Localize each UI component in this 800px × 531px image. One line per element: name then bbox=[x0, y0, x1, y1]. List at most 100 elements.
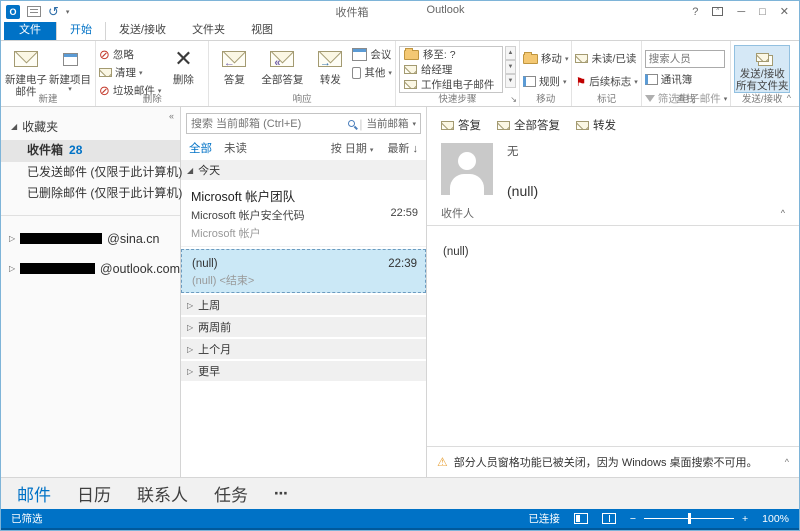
message-from: 无 bbox=[507, 143, 785, 159]
tab-folder[interactable]: 文件夹 bbox=[179, 19, 238, 40]
quick-step-to-manager[interactable]: 给经理 bbox=[400, 62, 502, 77]
tab-file[interactable]: 文件 bbox=[4, 19, 56, 40]
group-header-two-weeks[interactable]: ▷ 两周前 bbox=[181, 317, 426, 337]
search-people-input[interactable] bbox=[645, 50, 725, 68]
account-sina[interactable]: ▷ @sina.cn bbox=[1, 224, 180, 254]
zoom-level[interactable]: 100% bbox=[762, 513, 789, 525]
search-icon[interactable] bbox=[348, 120, 355, 127]
normal-view-icon[interactable] bbox=[574, 513, 588, 524]
meeting-button[interactable]: 会议 bbox=[352, 47, 392, 62]
ignore-label: 忽略 bbox=[113, 47, 134, 62]
expand-triangle-icon[interactable]: ▷ bbox=[9, 234, 15, 243]
zoom-slider[interactable] bbox=[644, 518, 734, 519]
collapse-people-pane-icon[interactable]: ^ bbox=[785, 457, 789, 467]
nav-tasks[interactable]: 任务 bbox=[214, 481, 248, 506]
rules-button[interactable]: 规则 ▾ bbox=[523, 74, 569, 89]
collapse-header-icon[interactable]: ^ bbox=[781, 208, 785, 218]
nav-calendar[interactable]: 日历 bbox=[77, 481, 111, 506]
reply-action[interactable]: 答复 bbox=[441, 117, 481, 133]
chevron-down-icon: ▾ bbox=[388, 69, 392, 77]
connection-status: 已连接 bbox=[528, 511, 560, 526]
search-scope-dropdown[interactable]: 当前邮箱 ▾ bbox=[366, 116, 416, 131]
nav-more-button[interactable]: ⋯ bbox=[274, 485, 290, 502]
close-button[interactable]: ✕ bbox=[780, 5, 789, 18]
unread-read-button[interactable]: 未读/已读 bbox=[575, 51, 637, 66]
cleanup-button[interactable]: 清理 ▾ bbox=[99, 65, 161, 80]
filter-unread-tab[interactable]: 未读 bbox=[224, 140, 247, 156]
send-receive-all-label: 发送/接收所有文件夹 bbox=[735, 68, 789, 92]
zoom-slider-thumb[interactable] bbox=[688, 513, 691, 524]
group-header-last-week[interactable]: ▷ 上周 bbox=[181, 295, 426, 315]
sidebar-item-deleted[interactable]: 已删除邮件 (仅限于此计算机) bbox=[1, 183, 180, 205]
sort-by-label: 按 日期 bbox=[331, 143, 367, 155]
group-header-older[interactable]: ▷ 更早 bbox=[181, 361, 426, 381]
group-header-last-month[interactable]: ▷ 上个月 bbox=[181, 339, 426, 359]
ribbon-display-options-icon[interactable]: ^ bbox=[712, 7, 723, 16]
sort-by-dropdown[interactable]: 按 日期 ▾ bbox=[331, 140, 374, 156]
address-book-button[interactable]: 通讯簿 bbox=[645, 72, 728, 87]
nav-mail[interactable]: 邮件 bbox=[17, 481, 51, 506]
account-outlook[interactable]: ▷ @outlook.com bbox=[1, 254, 180, 284]
maximize-button[interactable]: □ bbox=[759, 6, 766, 18]
sidebar-item-inbox[interactable]: 收件箱28 bbox=[1, 140, 180, 162]
scroll-down-icon[interactable]: ▼ bbox=[505, 60, 516, 74]
meeting-label: 会议 bbox=[370, 47, 391, 62]
collapse-ribbon-icon[interactable]: ^ bbox=[787, 93, 791, 103]
quick-step-move-to[interactable]: 移至: ? bbox=[400, 47, 502, 62]
undo-icon[interactable]: ↺ bbox=[48, 5, 59, 18]
reply-all-action[interactable]: 全部答复 bbox=[497, 117, 560, 133]
forward-arrow-icon: → bbox=[320, 57, 331, 70]
mail-preview: (null) <结束> bbox=[192, 272, 417, 288]
new-email-button[interactable]: 新建电子邮件 bbox=[4, 43, 48, 98]
follow-up-button[interactable]: ⚑ 后续标志 ▾ bbox=[575, 74, 637, 89]
favorites-header[interactable]: ◢ 收藏夹 bbox=[1, 115, 180, 140]
group-label-send-receive: 发送/接收 bbox=[731, 91, 793, 105]
forward-action[interactable]: 转发 bbox=[576, 117, 616, 133]
expand-triangle-icon[interactable]: ▷ bbox=[9, 264, 15, 273]
to-label: 收件人 bbox=[441, 205, 474, 221]
mail-item-microsoft[interactable]: Microsoft 帐户团队 Microsoft 帐户安全代码 22:59 Mi… bbox=[181, 182, 426, 247]
send-receive-icon[interactable] bbox=[27, 6, 41, 17]
minimize-folder-pane-icon[interactable]: « bbox=[169, 111, 174, 121]
folder-pane: « ◢ 收藏夹 收件箱28 已发送邮件 (仅限于此计算机) 已删除邮件 (仅限于… bbox=[1, 107, 181, 477]
tab-send-receive[interactable]: 发送/接收 bbox=[106, 19, 179, 40]
delete-label: 删除 bbox=[173, 74, 194, 86]
nav-people[interactable]: 联系人 bbox=[137, 481, 188, 506]
send-receive-all-button[interactable]: 发送/接收所有文件夹 bbox=[734, 45, 790, 93]
zoom-out-button[interactable]: − bbox=[630, 513, 636, 525]
ignore-button[interactable]: ⊘ 忽略 bbox=[99, 47, 161, 62]
ribbon-group-find: 通讯簿 筛选电子邮件 ▾ 查找 bbox=[642, 41, 732, 106]
forward-button[interactable]: → 转发 bbox=[308, 43, 352, 86]
more-quick-steps-icon[interactable]: ▼ bbox=[505, 74, 516, 88]
scroll-up-icon[interactable]: ▲ bbox=[505, 46, 516, 60]
folder-icon bbox=[404, 50, 419, 60]
mail-item-selected[interactable]: (null) 22:39 (null) <结束> bbox=[181, 249, 426, 293]
delete-button[interactable]: ✕ 删除 bbox=[161, 43, 205, 86]
sort-direction-button[interactable]: 最新 ↓ bbox=[387, 140, 418, 156]
sidebar-item-sent[interactable]: 已发送邮件 (仅限于此计算机) bbox=[1, 162, 180, 184]
tab-view[interactable]: 视图 bbox=[238, 19, 286, 40]
zoom-in-button[interactable]: + bbox=[742, 513, 748, 525]
reading-view-icon[interactable] bbox=[602, 513, 616, 524]
favorites-label: 收藏夹 bbox=[22, 118, 58, 135]
reply-all-button[interactable]: « 全部答复 bbox=[256, 43, 308, 86]
group-header-today[interactable]: ◢ 今天 bbox=[181, 160, 426, 180]
reply-button[interactable]: ← 答复 bbox=[212, 43, 256, 86]
collapse-triangle-icon: ◢ bbox=[11, 122, 17, 131]
quick-steps-box: 移至: ? 给经理 工作组电子邮件 bbox=[399, 46, 503, 93]
help-button[interactable]: ? bbox=[692, 6, 698, 18]
forward-envelope-icon bbox=[576, 121, 589, 130]
more-respond-button[interactable]: 其他 ▾ bbox=[352, 65, 392, 80]
move-button[interactable]: 移动 ▾ bbox=[523, 51, 569, 66]
minimize-button[interactable]: ─ bbox=[737, 6, 745, 18]
quick-step-team-email[interactable]: 工作组电子邮件 bbox=[400, 77, 502, 92]
new-items-button[interactable]: 新建项目 ▾ bbox=[48, 43, 92, 94]
search-scope-label: 当前邮箱 bbox=[366, 116, 408, 131]
search-input[interactable] bbox=[191, 118, 344, 130]
navigation-bar: 邮件 日历 联系人 任务 ⋯ bbox=[1, 477, 799, 509]
customize-qat-icon[interactable]: ▾ bbox=[66, 8, 70, 16]
sort-newest-label: 最新 bbox=[387, 143, 409, 155]
filter-all-tab[interactable]: 全部 bbox=[189, 140, 212, 156]
group-label-tags: 标记 bbox=[572, 91, 640, 105]
outlook-app-icon[interactable]: O bbox=[6, 5, 20, 19]
